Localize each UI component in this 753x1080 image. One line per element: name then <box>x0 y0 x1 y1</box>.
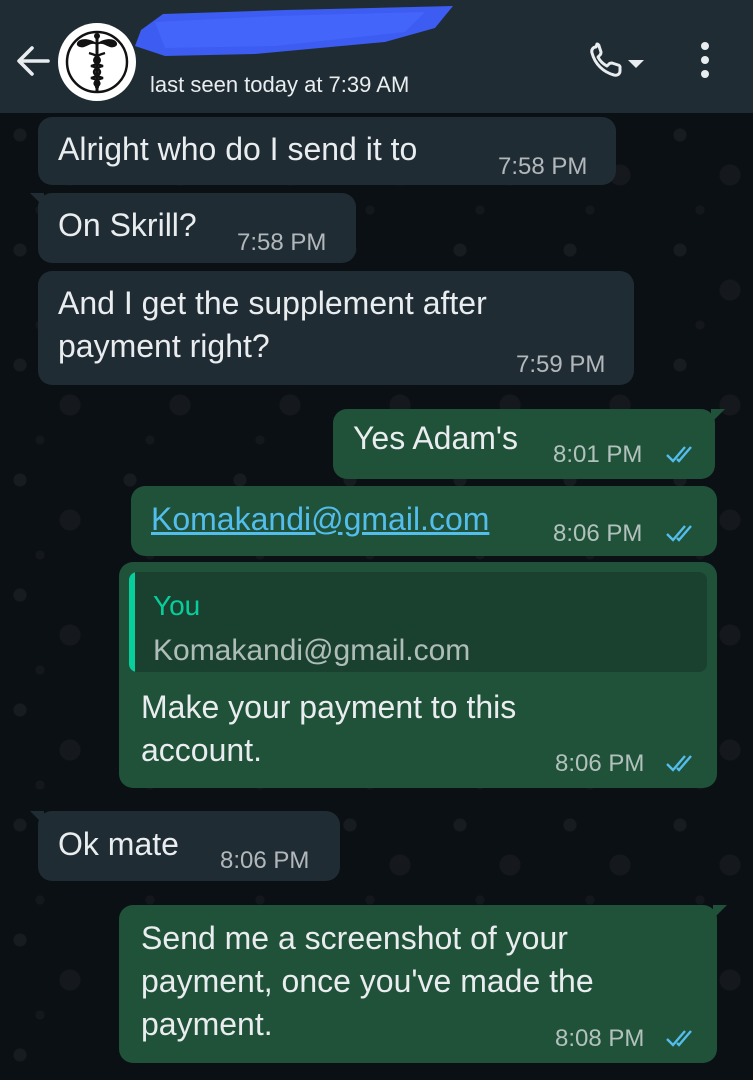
message-time: 7:58 PM <box>237 229 327 256</box>
message-text-line: account. <box>141 732 262 768</box>
message-time: 8:06 PM <box>220 847 310 874</box>
message-text: Ok mate <box>58 826 179 862</box>
quote-accent-bar <box>129 572 135 672</box>
outgoing-message[interactable]: You Komakandi@gmail.com Make your paymen… <box>119 562 717 788</box>
read-receipt-icon <box>666 1030 692 1047</box>
message-time: 8:08 PM <box>555 1025 645 1052</box>
message-time: 8:06 PM <box>553 520 643 547</box>
more-vertical-icon[interactable] <box>692 40 718 80</box>
contact-name-redaction <box>135 6 453 56</box>
avatar[interactable] <box>58 23 136 101</box>
chat-header: last seen today at 7:39 AM <box>0 0 753 113</box>
email-link[interactable]: Komakandi@gmail.com <box>151 498 489 541</box>
message-list[interactable]: Alright who do I send it to 7:58 PM On S… <box>0 113 753 1080</box>
phone-icon[interactable] <box>588 42 650 80</box>
chevron-down-icon <box>628 60 644 68</box>
message-time: 7:58 PM <box>498 153 588 180</box>
outgoing-message[interactable]: Yes Adam's 8:01 PM <box>333 409 725 479</box>
message-text-line: Make your payment to this <box>141 689 517 725</box>
read-receipt-icon <box>666 755 692 772</box>
message-text: Yes Adam's <box>353 420 519 456</box>
arrow-left-icon[interactable] <box>12 40 54 82</box>
message-text-line: Send me a screenshot of your <box>141 920 568 956</box>
message-text: Alright who do I send it to <box>58 131 418 167</box>
last-seen-status: last seen today at 7:39 AM <box>150 72 410 97</box>
incoming-message[interactable]: On Skrill? 7:58 PM <box>30 193 356 263</box>
read-receipt-icon <box>666 446 692 463</box>
message-time: 8:01 PM <box>553 441 643 468</box>
outgoing-message[interactable]: Send me a screenshot of your payment, on… <box>119 905 727 1063</box>
quoted-message[interactable]: You Komakandi@gmail.com <box>129 572 707 672</box>
message-text: On Skrill? <box>58 207 197 243</box>
incoming-message[interactable]: Alright who do I send it to 7:58 PM <box>38 117 616 185</box>
incoming-message[interactable]: And I get the supplement after payment r… <box>38 271 634 385</box>
message-text-line: payment. <box>141 1006 273 1042</box>
quote-text: Komakandi@gmail.com <box>153 634 471 667</box>
message-time: 7:59 PM <box>516 351 606 378</box>
quote-author: You <box>153 590 201 621</box>
incoming-message[interactable]: Ok mate 8:06 PM <box>30 811 340 881</box>
message-text-line: payment, once you've made the <box>141 963 594 999</box>
outgoing-message[interactable]: Komakandi@gmail.com 8:06 PM <box>131 486 717 556</box>
message-text-line: payment right? <box>58 328 270 364</box>
read-receipt-icon <box>666 525 692 542</box>
caduceus-icon <box>65 30 129 94</box>
message-time: 8:06 PM <box>555 750 645 777</box>
message-text-line: And I get the supplement after <box>58 285 487 321</box>
